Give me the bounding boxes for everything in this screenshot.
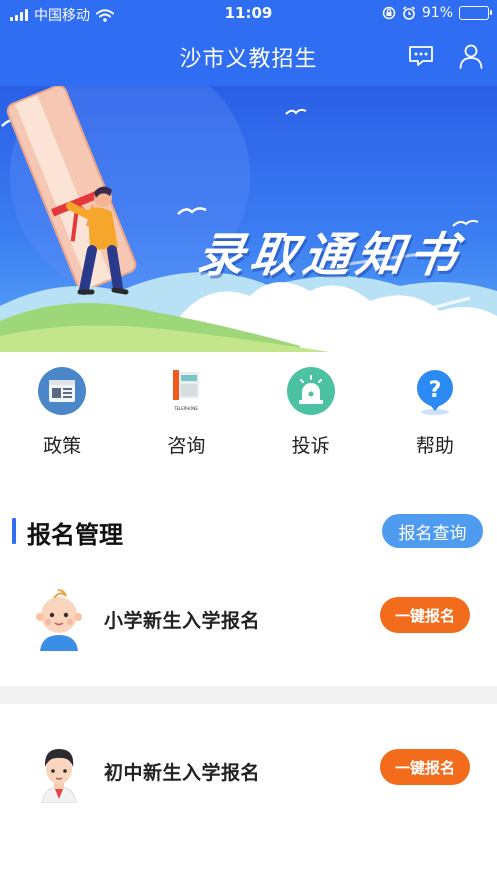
battery-percent: 91% xyxy=(421,5,453,21)
quick-item-complaint[interactable]: 投诉 xyxy=(249,352,373,470)
section-accent-bar xyxy=(12,518,16,544)
registration-name: 小学新生入学报名 xyxy=(104,610,261,632)
registration-name: 初中新生入学报名 xyxy=(104,762,261,784)
nav-bar: 沙市义教招生 xyxy=(0,28,497,86)
quick-label-policy: 政策 xyxy=(43,435,82,457)
status-right: 91% xyxy=(382,5,492,21)
banner-title: 录取通知书 xyxy=(193,228,467,283)
message-icon[interactable] xyxy=(407,42,435,70)
quick-label-consult: 咨询 xyxy=(167,435,206,457)
quick-label-help: 帮助 xyxy=(415,435,454,457)
registration-query-button[interactable]: 报名查询 xyxy=(382,514,483,548)
quick-item-help[interactable]: ? 帮助 xyxy=(373,352,497,470)
telephone-caption: TELEPHONE xyxy=(173,406,198,411)
policy-icon xyxy=(38,367,87,415)
battery-icon xyxy=(459,6,492,20)
quick-item-consult[interactable]: TELEPHONE 咨询 xyxy=(124,352,248,470)
baby-avatar-icon xyxy=(36,589,82,651)
help-icon: ? xyxy=(416,370,453,415)
one-click-register-button[interactable]: 一键报名 xyxy=(380,749,470,785)
rotation-lock-icon xyxy=(382,6,396,20)
quick-item-policy[interactable]: 政策 xyxy=(0,352,124,470)
telephone-icon: TELEPHONE xyxy=(173,370,200,411)
registration-card-primary: 小学新生入学报名 一键报名 xyxy=(0,564,497,680)
svg-text:?: ? xyxy=(428,378,441,403)
user-icon[interactable] xyxy=(457,42,485,70)
registration-card-junior: 初中新生入学报名 一键报名 xyxy=(0,716,497,832)
quick-menu: 政策 TELEPHONE 咨询 投诉 ? 帮助 xyxy=(0,352,497,470)
quick-label-complaint: 投诉 xyxy=(291,435,330,457)
status-bar: 中国移动 11:09 91% xyxy=(0,0,497,28)
one-click-register-button[interactable]: 一键报名 xyxy=(380,597,470,633)
alarm-icon xyxy=(286,367,335,415)
student-avatar-icon xyxy=(41,749,77,803)
registration-header: 报名管理 报名查询 xyxy=(0,505,497,555)
banner[interactable]: 录取通知书 xyxy=(0,86,497,352)
section-divider xyxy=(0,686,497,704)
alarm-clock-icon xyxy=(402,6,415,20)
section-title: 报名管理 xyxy=(27,521,123,549)
app-header: 中国移动 11:09 91% 沙市义教招生 xyxy=(0,0,497,86)
